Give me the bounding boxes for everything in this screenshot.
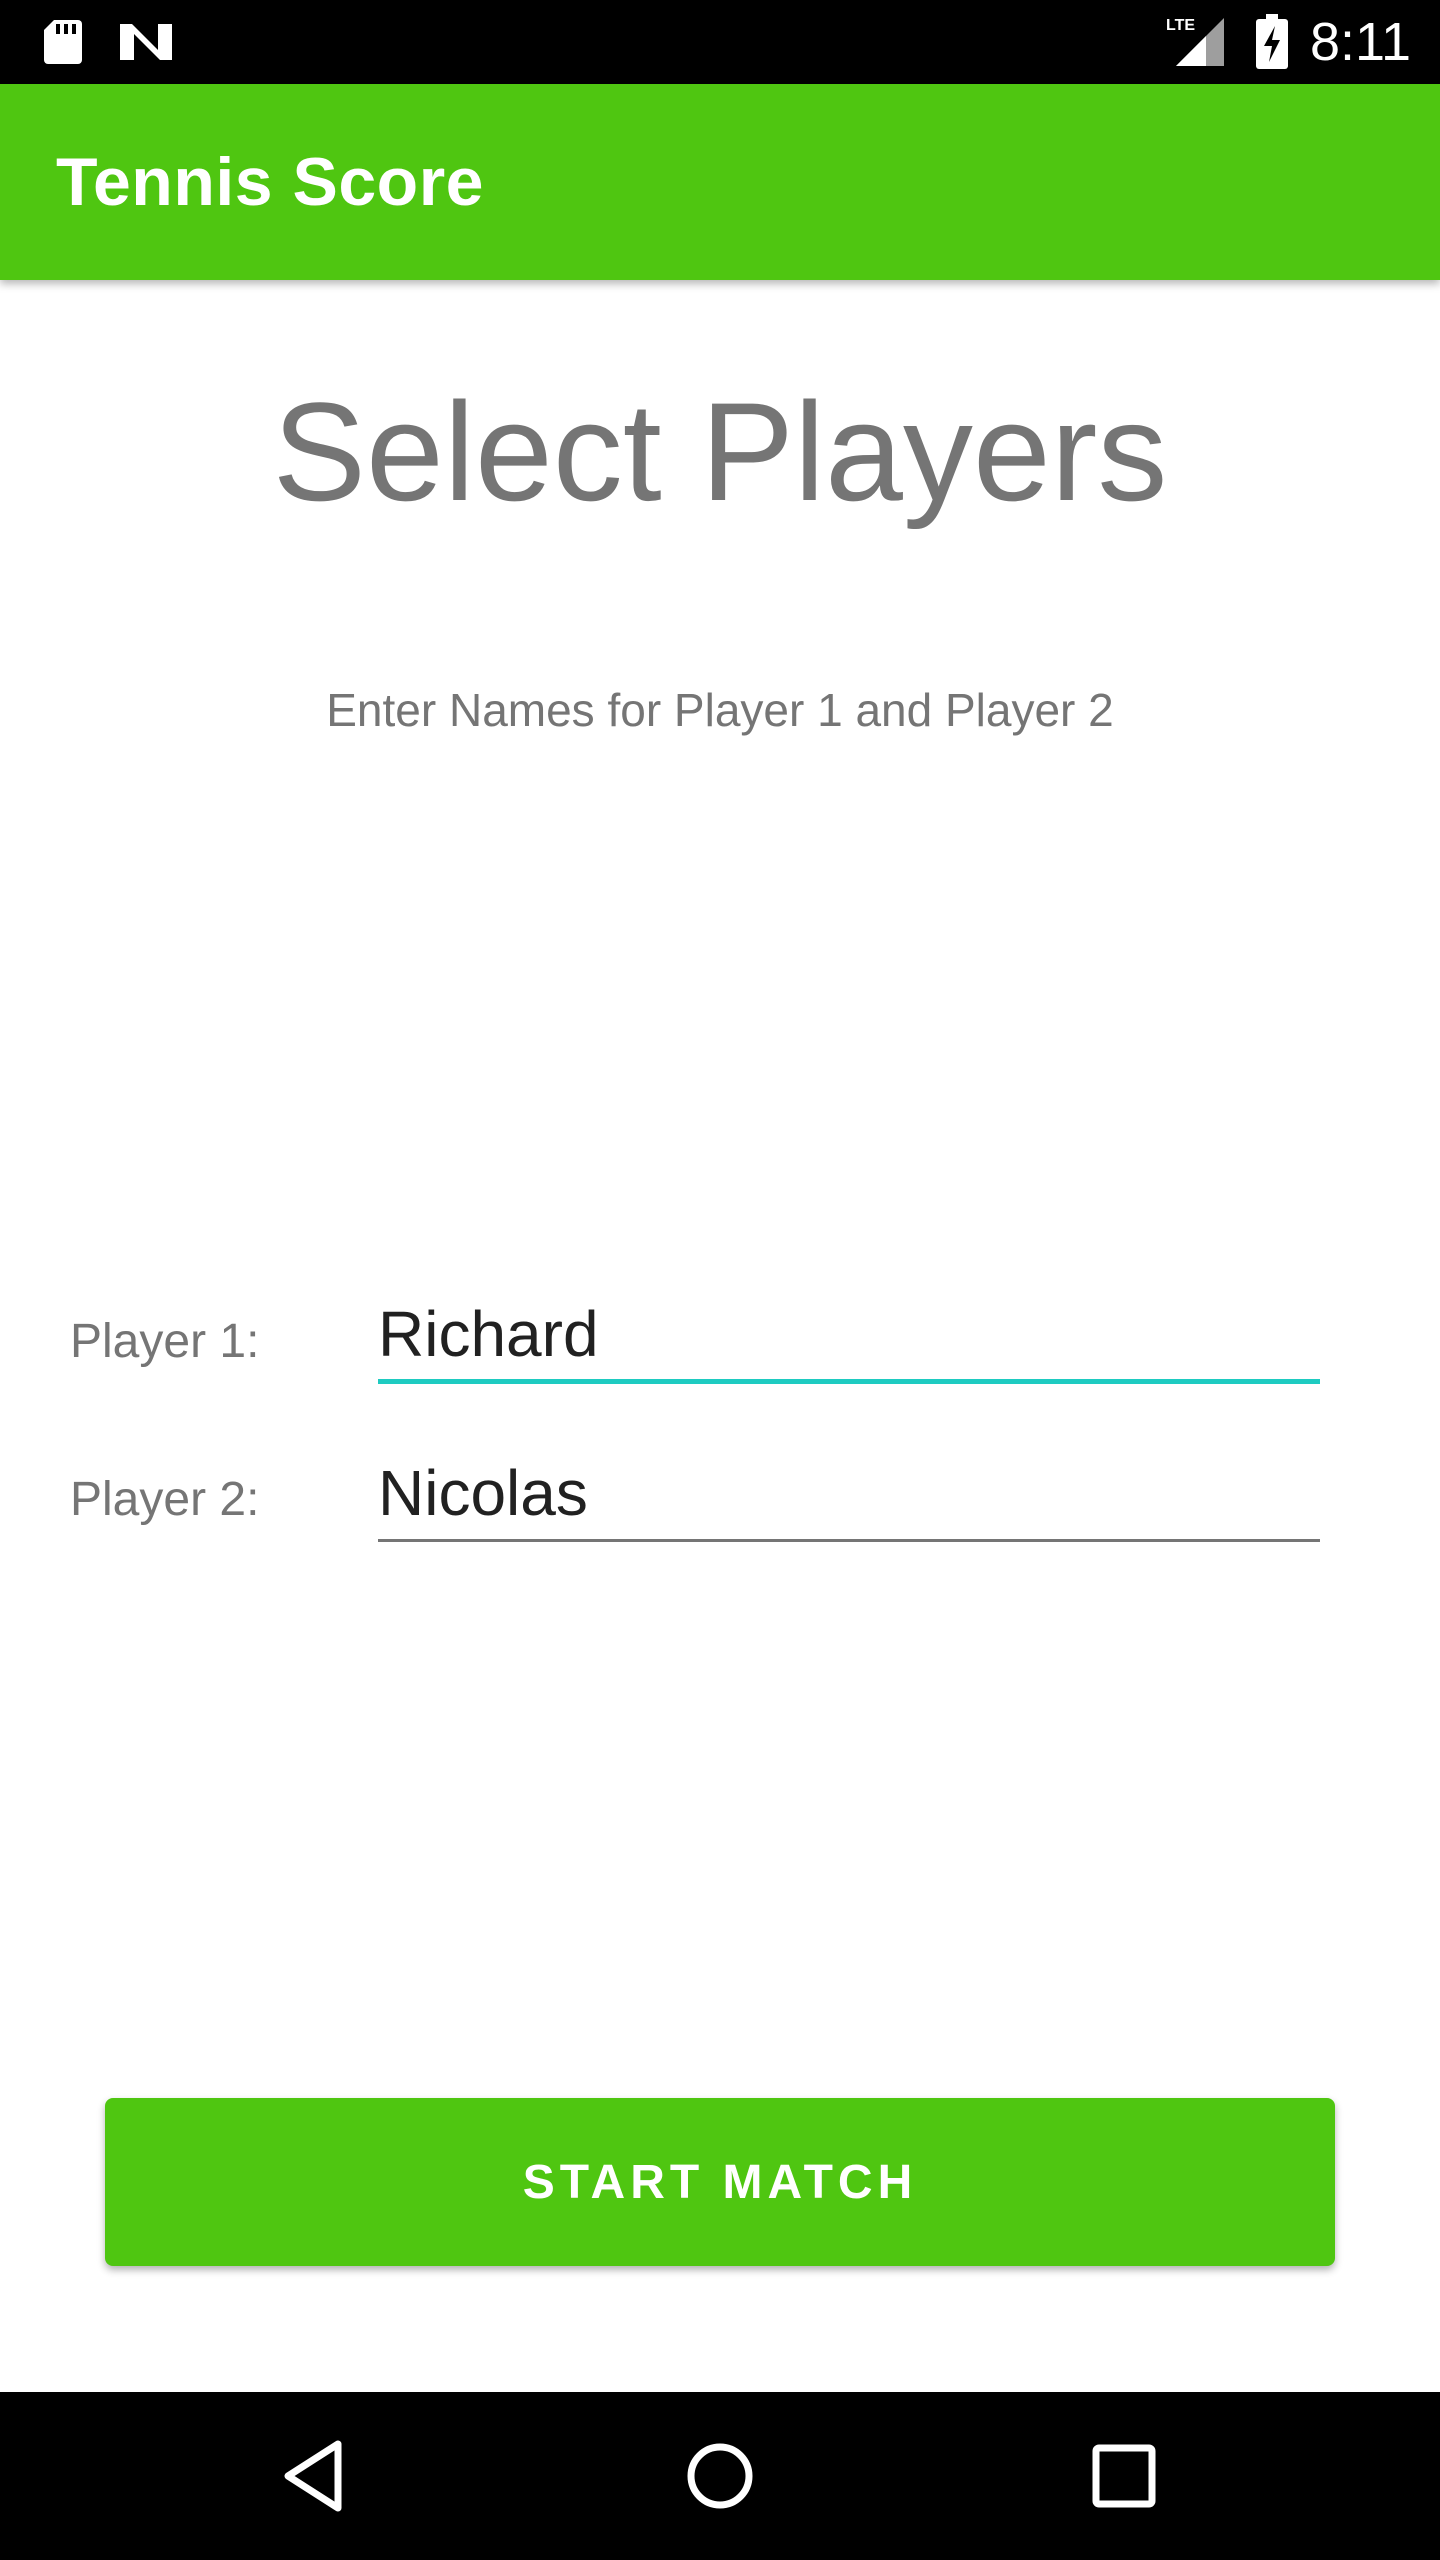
app-title: Tennis Score [56,144,484,220]
status-clock: 8:11 [1310,12,1412,72]
page-title: Select Players [272,373,1168,530]
back-icon[interactable] [266,2426,366,2526]
sd-card-icon [44,20,82,64]
home-icon[interactable] [670,2426,770,2526]
battery-charging-icon [1256,14,1288,69]
player-1-name-input[interactable] [378,1288,1320,1384]
start-match-button[interactable]: START MATCH [105,2098,1335,2266]
n-logo-icon [120,24,172,60]
app-bar: Tennis Score [0,84,1440,280]
svg-text:LTE: LTE [1166,17,1195,34]
player-2-name-input[interactable] [378,1446,1320,1542]
player-2-label: Player 2: [70,1473,260,1526]
lte-signal-icon: LTE [1166,17,1224,66]
player-1-label: Player 1: [70,1315,260,1368]
instructions-text: Enter Names for Player 1 and Player 2 [326,684,1114,736]
status-bar: LTE 8:11 [0,0,1440,84]
navigation-bar [0,2392,1440,2560]
recents-icon[interactable] [1074,2426,1174,2526]
